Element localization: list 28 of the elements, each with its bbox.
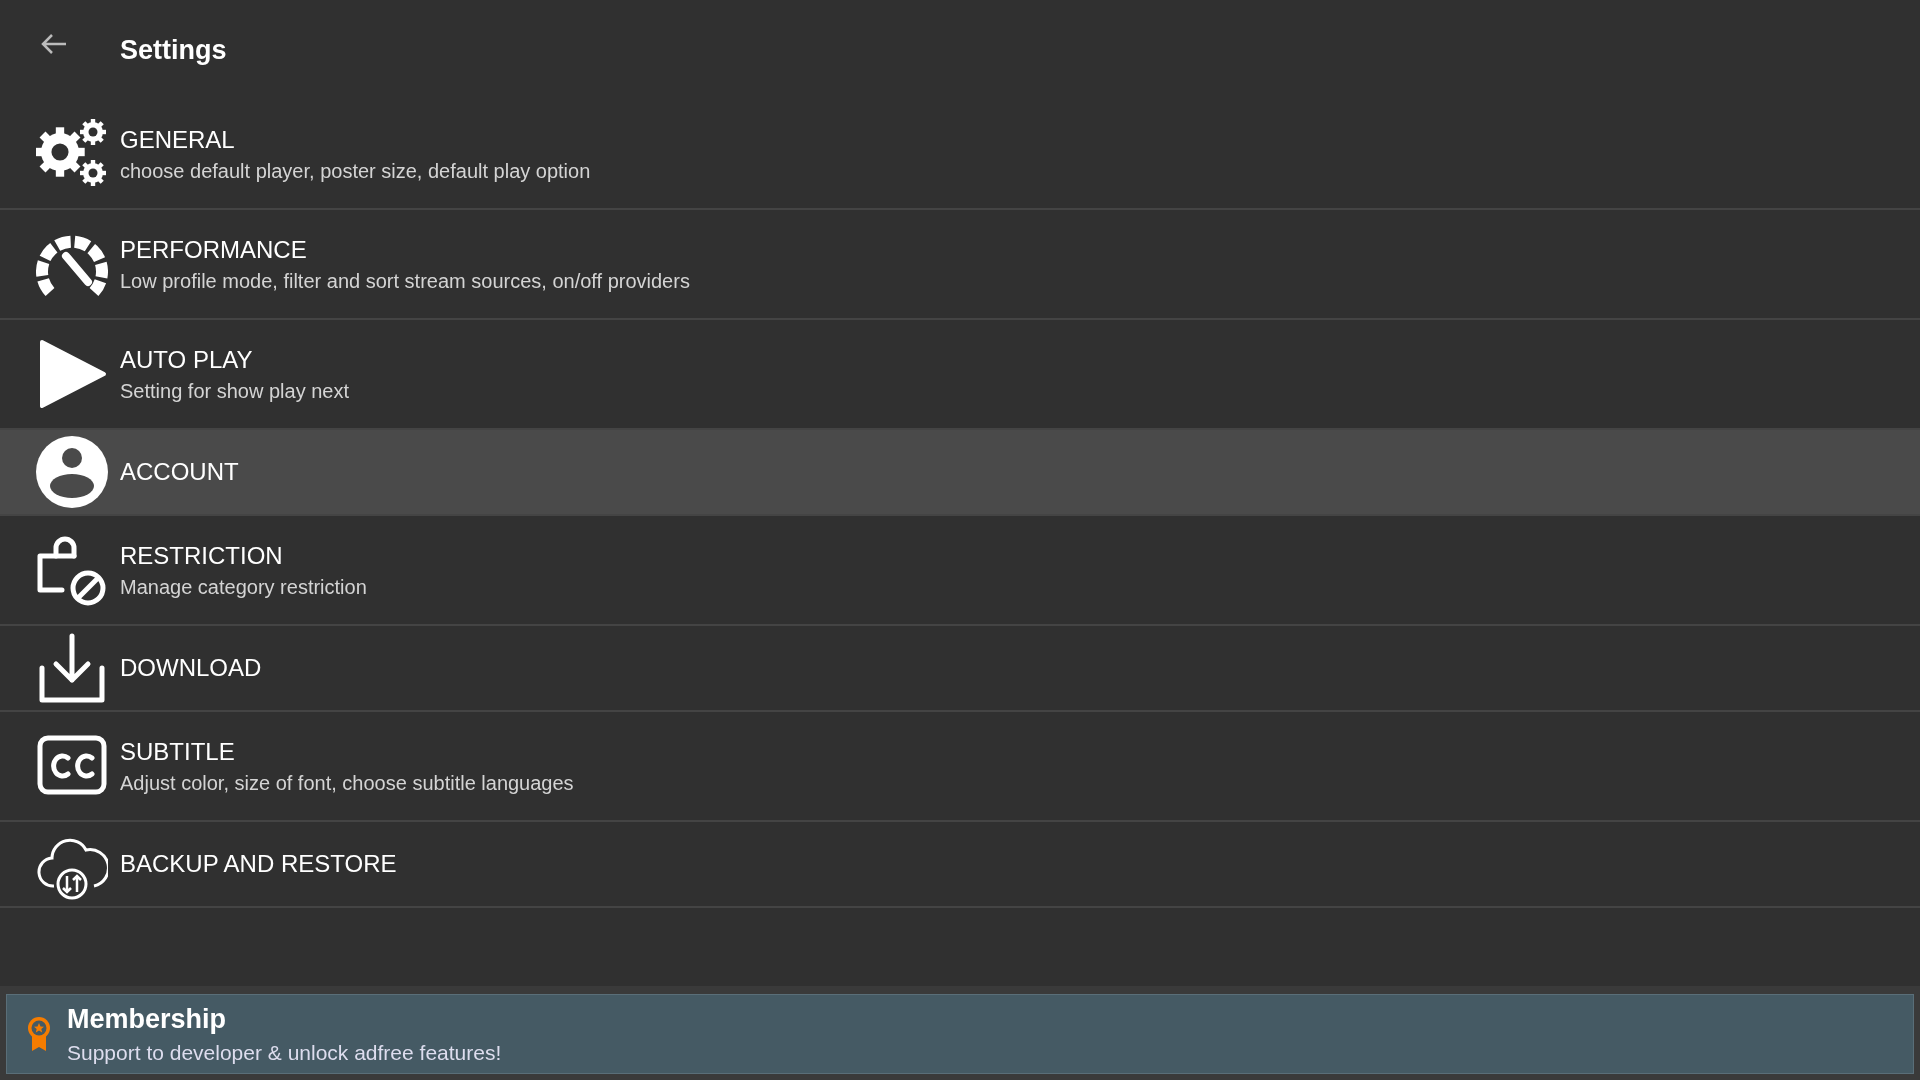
item-title: RESTRICTION <box>120 541 284 570</box>
back-arrow-icon[interactable] <box>40 32 68 56</box>
award-badge-icon <box>25 1016 53 1052</box>
settings-item[interactable]: PERFORMANCE Low profile mode, filter and sort stream sources, on/off providers <box>0 210 1920 320</box>
item-title: ACCOUNT <box>120 458 239 486</box>
item-description: Manage category restriction <box>120 575 367 599</box>
item-title: GENERAL <box>120 125 236 154</box>
settings-item[interactable]: RESTRICTION Manage category restriction <box>0 516 1920 626</box>
item-description: Setting for show play next <box>120 379 349 403</box>
item-description: Adjust color, size of font, choose subtitle languages <box>120 771 574 795</box>
membership-description: Support to developer & unlock adfree features! <box>67 1040 502 1065</box>
settings-item[interactable]: BACKUP AND RESTORE <box>0 822 1920 908</box>
account-icon <box>36 436 108 508</box>
item-title: DOWNLOAD <box>120 654 262 682</box>
item-description: choose default player, poster size, default play option <box>120 159 591 183</box>
membership-banner[interactable]: Membership Support to developer & unlock adfree features! <box>6 994 1914 1074</box>
settings-item[interactable]: DOWNLOAD <box>0 626 1920 712</box>
item-title: AUTO PLAY <box>120 345 254 374</box>
settings-item[interactable]: GENERAL choose default player, poster size, default play option <box>0 100 1920 210</box>
item-description: Low profile mode, filter and sort stream sources, on/off providers <box>120 269 690 293</box>
page-title: Settings <box>120 34 227 66</box>
settings-item[interactable]: ACCOUNT <box>0 430 1920 516</box>
item-title: PERFORMANCE <box>120 235 308 264</box>
item-title: SUBTITLE <box>120 737 236 766</box>
item-title: BACKUP AND RESTORE <box>120 850 397 878</box>
lock-restriction-icon <box>36 534 108 606</box>
membership-title: Membership <box>67 1003 228 1035</box>
settings-item[interactable]: SUBTITLE Adjust color, size of font, choose subtitle languages <box>0 712 1920 822</box>
